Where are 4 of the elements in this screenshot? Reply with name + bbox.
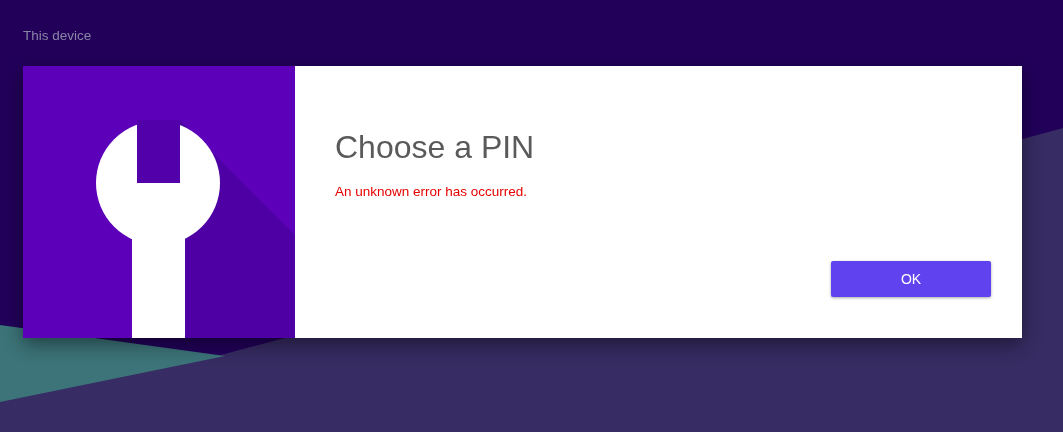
ok-button[interactable]: OK bbox=[831, 261, 991, 297]
section-label: This device bbox=[23, 28, 93, 45]
dialog-title: Choose a PIN bbox=[335, 128, 536, 167]
error-message: An unknown error has occurred. bbox=[335, 184, 529, 199]
